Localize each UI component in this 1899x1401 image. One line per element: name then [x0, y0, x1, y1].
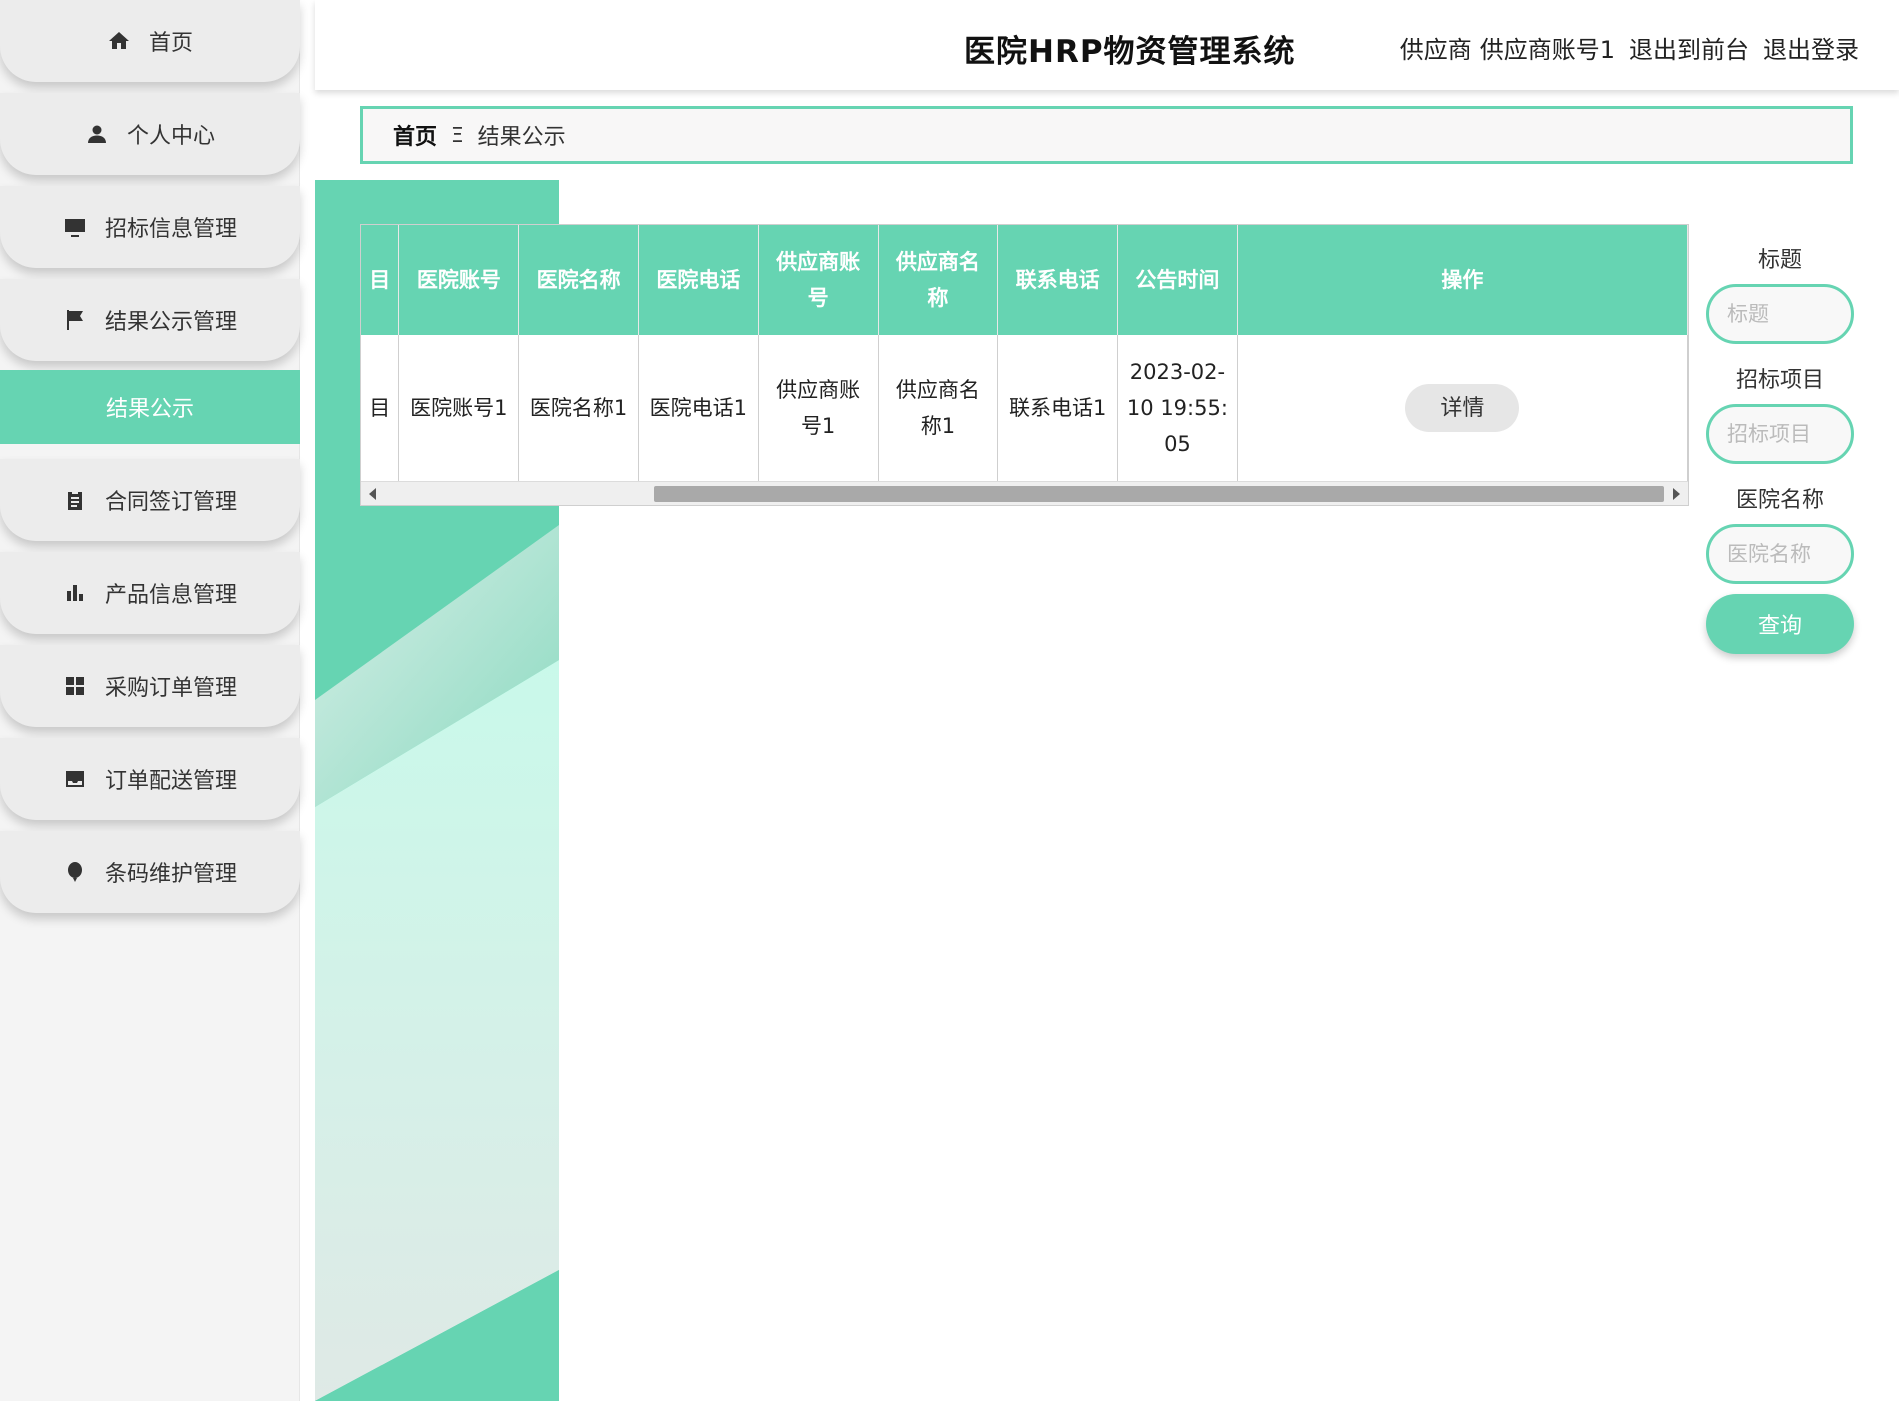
- sidebar-item-product[interactable]: 产品信息管理: [0, 552, 300, 634]
- clipboard-icon: [63, 488, 87, 512]
- results-table: 目 医院账号 医院名称 医院电话 供应商账号 供应商名称 联系电话 公告时间 操…: [361, 225, 1688, 481]
- title-search-input[interactable]: [1706, 284, 1854, 344]
- table-cell-actions: 详情: [1237, 335, 1688, 481]
- top-header: 医院HRP物资管理系统 供应商 供应商账号1 退出到前台 退出登录: [315, 0, 1899, 90]
- hospital-name-search-input[interactable]: [1706, 524, 1854, 584]
- app-root: 首页 个人中心 招标信息管理 结果公示管理 结果公示 合同签订管理 产品信息管理…: [0, 0, 1899, 1401]
- results-table-container: 目 医院账号 医院名称 医院电话 供应商账号 供应商名称 联系电话 公告时间 操…: [360, 224, 1689, 506]
- breadcrumb: 首页 Ξ 结果公示: [360, 106, 1853, 164]
- sidebar-item-home[interactable]: 首页: [0, 0, 300, 82]
- sidebar-item-label: 条码维护管理: [104, 862, 237, 887]
- column-header: 医院电话: [638, 225, 759, 335]
- search-button[interactable]: 查询: [1706, 594, 1854, 654]
- table-cell: 供应商名称1: [878, 335, 999, 481]
- sidebar-item-label: 采购订单管理: [104, 676, 237, 701]
- table-cell: 目: [361, 335, 400, 481]
- sidebar-item-result-publicity[interactable]: 结果公示管理: [0, 279, 300, 361]
- sidebar: 首页 个人中心 招标信息管理 结果公示管理 结果公示 合同签订管理 产品信息管理…: [0, 0, 300, 1401]
- sidebar-item-barcode[interactable]: 条码维护管理: [0, 831, 300, 913]
- sidebar-item-label: 订单配送管理: [104, 769, 237, 794]
- table-cell: 医院名称1: [518, 335, 639, 481]
- horizontal-scrollbar[interactable]: [361, 481, 1688, 505]
- scroll-left-icon[interactable]: [369, 488, 376, 500]
- logout-link[interactable]: 退出登录: [1763, 36, 1859, 64]
- bar-chart-icon: [63, 581, 87, 605]
- header-user-area: 供应商 供应商账号1 退出到前台 退出登录: [1386, 30, 1859, 65]
- sidebar-item-label: 个人中心: [126, 124, 215, 149]
- column-header: 联系电话: [997, 225, 1119, 335]
- sidebar-subitem-result-publicity[interactable]: 结果公示: [0, 370, 300, 444]
- sidebar-subitem-label: 结果公示: [105, 397, 194, 422]
- column-header: 目: [361, 225, 400, 335]
- user-account: 供应商账号1: [1479, 36, 1615, 64]
- home-icon: [107, 29, 131, 53]
- app-title: 医院HRP物资管理系统: [964, 34, 1296, 70]
- sidebar-item-purchase-order[interactable]: 采购订单管理: [0, 645, 300, 727]
- sidebar-item-label: 结果公示管理: [104, 310, 237, 335]
- project-search-input[interactable]: [1706, 404, 1854, 464]
- user-role: 供应商: [1399, 36, 1472, 64]
- table-cell: 供应商账号1: [758, 335, 879, 481]
- column-header: 供应商名称: [878, 225, 999, 335]
- person-icon: [85, 122, 109, 146]
- search-label-hospital: 医院名称: [1735, 488, 1824, 513]
- sidebar-item-label: 产品信息管理: [104, 583, 237, 608]
- monitor-icon: [63, 215, 87, 239]
- scrollbar-thumb[interactable]: [654, 486, 1664, 502]
- grid-icon: [63, 674, 87, 698]
- flag-icon: [63, 308, 87, 332]
- breadcrumb-home[interactable]: 首页: [393, 119, 437, 151]
- table-cell: 医院账号1: [398, 335, 520, 481]
- column-header: 医院账号: [398, 225, 520, 335]
- table-row: 目 医院账号1 医院名称1 医院电话1 供应商账号1 供应商名称1 联系电话1 …: [361, 335, 1688, 481]
- back-to-front-link[interactable]: 退出到前台: [1629, 36, 1749, 64]
- sidebar-item-contract[interactable]: 合同签订管理: [0, 459, 300, 541]
- table-cell: 2023-02-10 19:55:05: [1117, 335, 1238, 481]
- balloon-icon: [63, 860, 87, 884]
- breadcrumb-separator: Ξ: [451, 123, 464, 147]
- scroll-right-icon[interactable]: [1673, 488, 1680, 500]
- table-cell: 医院电话1: [638, 335, 759, 481]
- column-header: 操作: [1237, 225, 1688, 335]
- column-header: 医院名称: [518, 225, 639, 335]
- table-header-row: 目 医院账号 医院名称 医院电话 供应商账号 供应商名称 联系电话 公告时间 操…: [361, 225, 1688, 335]
- sidebar-item-label: 首页: [148, 31, 193, 56]
- column-header: 公告时间: [1117, 225, 1238, 335]
- breadcrumb-current: 结果公示: [477, 125, 566, 150]
- search-label-project: 招标项目: [1735, 368, 1824, 393]
- inbox-icon: [63, 767, 87, 791]
- column-header: 供应商账号: [758, 225, 879, 335]
- table-cell: 联系电话1: [997, 335, 1119, 481]
- sidebar-item-label: 招标信息管理: [104, 217, 237, 242]
- sidebar-item-profile[interactable]: 个人中心: [0, 93, 300, 175]
- search-label-title: 标题: [1757, 248, 1802, 273]
- detail-button[interactable]: 详情: [1405, 384, 1520, 432]
- sidebar-item-tender-info[interactable]: 招标信息管理: [0, 186, 300, 268]
- sidebar-item-delivery[interactable]: 订单配送管理: [0, 738, 300, 820]
- sidebar-item-label: 合同签订管理: [104, 490, 237, 515]
